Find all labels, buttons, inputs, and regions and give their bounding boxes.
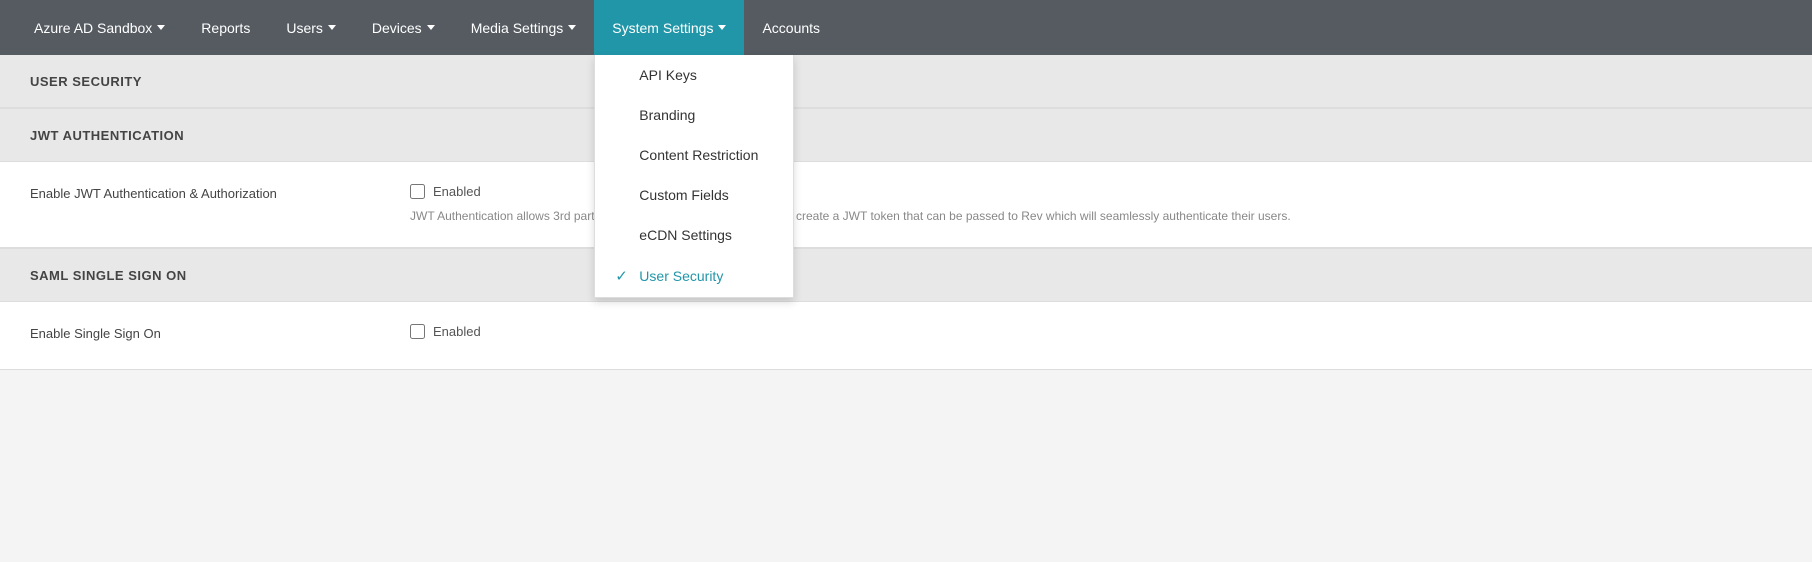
api-keys-label: API Keys [639, 67, 697, 83]
brand-label: Azure AD Sandbox [34, 20, 152, 36]
nav-item-users[interactable]: Users [268, 0, 354, 55]
dropdown-item-content-restriction[interactable]: Content Restriction [595, 135, 793, 175]
content-restriction-label: Content Restriction [639, 147, 758, 163]
saml-enabled-checkbox[interactable] [410, 324, 425, 339]
dropdown-item-api-keys[interactable]: API Keys [595, 55, 793, 95]
jwt-title: JWT AUTHENTICATION [30, 128, 184, 143]
main-content: USER SECURITY JWT AUTHENTICATION Enable … [0, 55, 1812, 562]
reports-label: Reports [201, 20, 250, 36]
user-security-title: USER SECURITY [30, 74, 142, 89]
saml-section-body: Enable Single Sign On Enabled [0, 302, 1812, 370]
saml-checkbox-row: Enabled [410, 324, 1782, 339]
system-settings-label: System Settings [612, 20, 713, 36]
devices-caret-icon [427, 25, 435, 30]
branding-label: Branding [639, 107, 695, 123]
saml-setting-row: Enable Single Sign On Enabled [0, 302, 1812, 369]
devices-label: Devices [372, 20, 422, 36]
saml-title: SAML SINGLE SIGN ON [30, 268, 187, 283]
navbar: Azure AD Sandbox Reports Users Devices M… [0, 0, 1812, 55]
nav-item-media-settings[interactable]: Media Settings [453, 0, 595, 55]
saml-enabled-label: Enabled [433, 324, 481, 339]
custom-fields-label: Custom Fields [639, 187, 728, 203]
media-settings-label: Media Settings [471, 20, 564, 36]
system-settings-dropdown: API Keys Branding Content Restriction Cu… [594, 55, 794, 298]
nav-item-system-settings[interactable]: System Settings API Keys Branding Conten… [594, 0, 744, 55]
user-security-section-header: USER SECURITY [0, 55, 1812, 108]
user-security-label: User Security [639, 268, 723, 284]
saml-section-header: SAML SINGLE SIGN ON [0, 248, 1812, 302]
jwt-section-body: Enable JWT Authentication & Authorizatio… [0, 162, 1812, 248]
system-settings-caret-icon [718, 25, 726, 30]
accounts-label: Accounts [762, 20, 820, 36]
jwt-enabled-label: Enabled [433, 184, 481, 199]
nav-item-devices[interactable]: Devices [354, 0, 453, 55]
jwt-section-header: JWT AUTHENTICATION [0, 108, 1812, 162]
user-security-check-icon: ✓ [615, 267, 633, 285]
saml-setting-label: Enable Single Sign On [30, 324, 410, 341]
nav-brand[interactable]: Azure AD Sandbox [16, 0, 183, 55]
ecdn-settings-label: eCDN Settings [639, 227, 732, 243]
jwt-description: JWT Authentication allows 3rd party deve… [410, 207, 1310, 225]
media-settings-caret-icon [568, 25, 576, 30]
jwt-enabled-checkbox[interactable] [410, 184, 425, 199]
users-caret-icon [328, 25, 336, 30]
users-label: Users [286, 20, 323, 36]
jwt-setting-row: Enable JWT Authentication & Authorizatio… [0, 162, 1812, 247]
nav-item-reports[interactable]: Reports [183, 0, 268, 55]
dropdown-item-ecdn-settings[interactable]: eCDN Settings [595, 215, 793, 255]
dropdown-item-branding[interactable]: Branding [595, 95, 793, 135]
brand-caret-icon [157, 25, 165, 30]
nav-item-accounts[interactable]: Accounts [744, 0, 838, 55]
dropdown-item-custom-fields[interactable]: Custom Fields [595, 175, 793, 215]
dropdown-item-user-security[interactable]: ✓ User Security [595, 255, 793, 297]
saml-setting-control: Enabled [410, 324, 1782, 347]
jwt-setting-label: Enable JWT Authentication & Authorizatio… [30, 184, 410, 201]
